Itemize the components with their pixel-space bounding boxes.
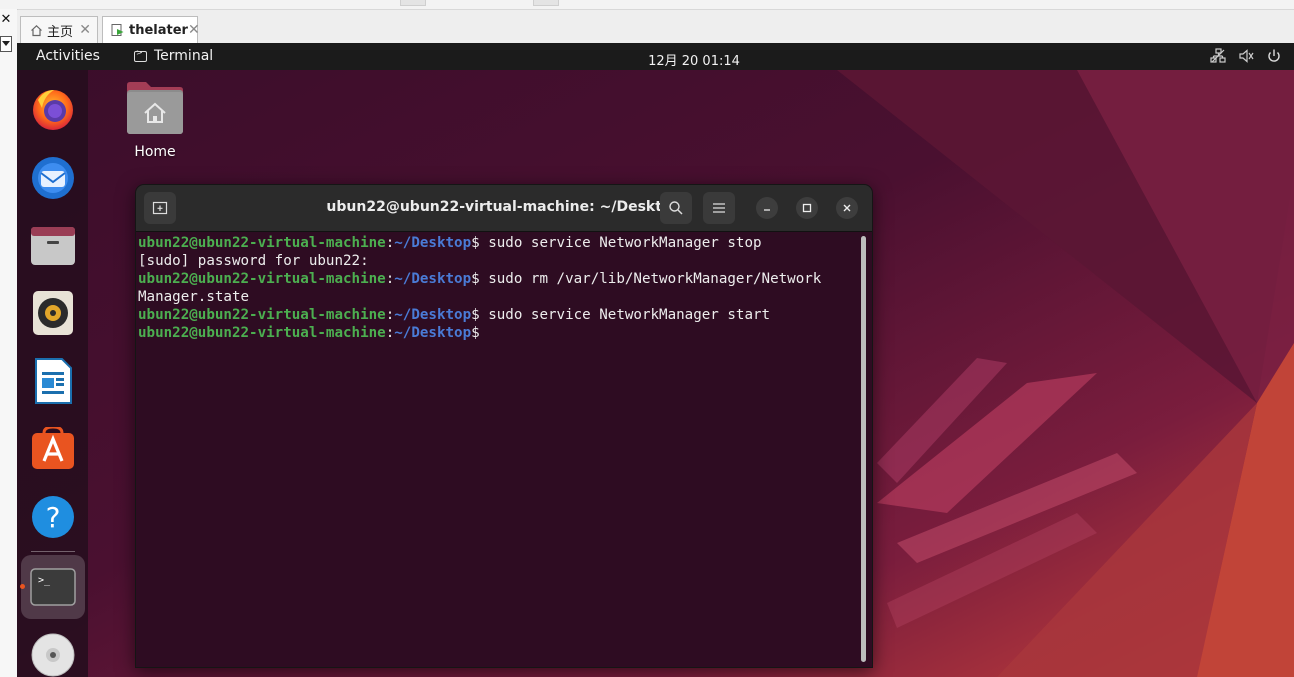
- close-button[interactable]: [836, 197, 858, 219]
- tab-home-close-icon[interactable]: ✕: [79, 22, 91, 38]
- host-tab-bar: 主页 ✕ thelater ✕: [17, 10, 1294, 44]
- search-icon: [669, 201, 683, 215]
- desktop-home-folder[interactable]: [126, 81, 184, 139]
- writer-icon[interactable]: [28, 356, 78, 406]
- tab-home-label: 主页: [47, 24, 74, 40]
- host-library-close-button[interactable]: ✕: [0, 12, 12, 28]
- dock: ? >_: [17, 70, 88, 677]
- tab-vm-close-icon[interactable]: ✕: [188, 22, 200, 38]
- network-icon[interactable]: [1210, 48, 1226, 64]
- terminal-line: ubun22@ubun22-virtual-machine:~/Desktop$…: [138, 235, 762, 251]
- host-toolbar-button[interactable]: [400, 0, 426, 6]
- help-icon[interactable]: ?: [28, 492, 78, 542]
- terminal-header-bar[interactable]: ubun22@ubun22-virtual-machine: ~/Desktop: [136, 185, 872, 232]
- terminal-output[interactable]: ubun22@ubun22-virtual-machine:~/Desktop$…: [138, 234, 856, 666]
- terminal-prompt-line[interactable]: ubun22@ubun22-virtual-machine:~/Desktop$: [138, 324, 856, 342]
- terminal-line: [sudo] password for ubun22:: [138, 253, 369, 269]
- maximize-button[interactable]: [796, 197, 818, 219]
- thunderbird-icon[interactable]: [28, 152, 78, 202]
- clock[interactable]: 12月 20 01:14: [17, 50, 1294, 69]
- app-center-icon[interactable]: [28, 424, 78, 474]
- search-button[interactable]: [660, 192, 692, 224]
- desktop-home-label: Home: [134, 144, 176, 160]
- terminal-glyph: >_: [38, 575, 51, 586]
- help-glyph: ?: [46, 501, 61, 534]
- minimize-button[interactable]: [756, 197, 778, 219]
- power-icon[interactable]: [1266, 48, 1282, 64]
- folder-home-icon: [127, 82, 183, 134]
- maximize-icon: [802, 203, 812, 213]
- hamburger-icon: [713, 203, 725, 213]
- tab-vm-label: thelater: [129, 22, 188, 38]
- hamburger-menu-button[interactable]: [703, 192, 735, 224]
- terminal-line: ubun22@ubun22-virtual-machine:~/Desktop$…: [138, 271, 822, 287]
- terminal-window[interactable]: ubun22@ubun22-virtual-machine: ~/Desktop…: [135, 184, 873, 668]
- vm-display[interactable]: Activities Terminal 12月 20 01:14: [17, 43, 1294, 677]
- terminal-line: Manager.state: [138, 289, 250, 305]
- tab-vm-thelater[interactable]: thelater ✕: [102, 16, 200, 43]
- top-bar: Activities Terminal 12月 20 01:14: [17, 43, 1294, 70]
- host-toolbar-button[interactable]: [533, 0, 559, 6]
- firefox-icon[interactable]: [28, 84, 78, 134]
- rhythmbox-icon[interactable]: [28, 288, 78, 338]
- dvd-icon[interactable]: [28, 630, 78, 677]
- tab-home[interactable]: 主页 ✕: [20, 16, 98, 43]
- system-tray[interactable]: [1210, 48, 1282, 64]
- dock-running-indicator: [20, 584, 25, 589]
- close-icon: [843, 204, 851, 212]
- host-library-dropdown[interactable]: [0, 36, 12, 52]
- home-icon: [29, 23, 43, 37]
- minimize-icon: [764, 209, 770, 211]
- vm-icon: [111, 23, 125, 37]
- terminal-scrollbar[interactable]: [861, 236, 866, 662]
- volume-muted-icon[interactable]: [1238, 48, 1254, 64]
- host-toolbar-strip: [0, 0, 1294, 10]
- dock-separator: [31, 551, 75, 552]
- terminal-icon[interactable]: >_: [28, 562, 78, 612]
- host-library-panel: [0, 9, 18, 677]
- files-icon[interactable]: [28, 220, 78, 270]
- terminal-line: ubun22@ubun22-virtual-machine:~/Desktop$…: [138, 307, 771, 323]
